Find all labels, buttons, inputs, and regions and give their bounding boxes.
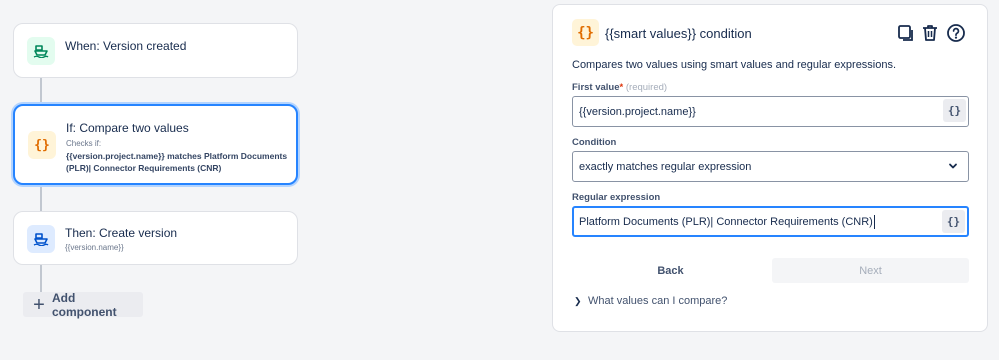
flow-connector — [40, 78, 42, 104]
action-title: Then: Create version — [65, 226, 178, 240]
regex-input[interactable]: Platform Documents (PLR)| Connector Requ… — [572, 206, 969, 237]
text-caret — [873, 214, 875, 229]
chevron-down-icon — [949, 163, 957, 169]
condition-subtitle: Checks if: — [66, 139, 102, 148]
action-subtitle: {{version.name}} — [65, 243, 124, 252]
condition-label: Condition — [572, 137, 617, 148]
panel-title: {{smart values}} condition — [605, 26, 752, 41]
condition-config-panel: {} {{smart values}} condition Compares t… — [552, 4, 988, 332]
condition-title: If: Compare two values — [66, 121, 189, 135]
version-ship-icon — [27, 225, 55, 253]
condition-select[interactable]: exactly matches regular expression — [572, 151, 969, 182]
plus-icon: + — [33, 293, 45, 316]
duplicate-icon[interactable] — [896, 23, 916, 43]
trigger-card[interactable]: When: Version created — [13, 23, 298, 78]
required-mark: * — [619, 82, 624, 93]
regex-label: Regular expression — [572, 192, 661, 203]
flow-connector — [40, 185, 42, 211]
action-card[interactable]: Then: Create version {{version.name}} — [13, 211, 298, 265]
trash-icon[interactable] — [920, 23, 940, 43]
smart-values-icon: {} — [572, 19, 599, 46]
help-icon[interactable] — [946, 23, 966, 43]
condition-card[interactable]: {} If: Compare two values Checks if: {{v… — [13, 104, 298, 185]
flow-connector — [40, 265, 42, 292]
smart-values-button[interactable]: {} — [942, 210, 965, 233]
smart-values-button[interactable]: {} — [943, 99, 966, 122]
values-help-expander[interactable]: ❯ What values can I compare? — [574, 295, 727, 307]
required-hint: (required) — [625, 82, 668, 93]
chevron-right-icon: ❯ — [574, 295, 582, 306]
back-button[interactable]: Back — [572, 258, 769, 283]
next-button[interactable]: Next — [772, 258, 969, 283]
add-component-label: Add component — [51, 290, 117, 319]
add-component-button[interactable]: + Add component — [23, 290, 143, 319]
trigger-title: When: Version created — [65, 39, 187, 53]
smart-values-icon: {} — [28, 131, 56, 159]
first-value-label: First value* (required) — [572, 82, 668, 93]
condition-description: {{version.project.name}} matches Platfor… — [66, 151, 288, 173]
panel-description: Compares two values using smart values a… — [572, 59, 897, 71]
version-ship-icon — [27, 37, 55, 65]
first-value-input[interactable]: {{version.project.name}} {} — [572, 96, 969, 127]
